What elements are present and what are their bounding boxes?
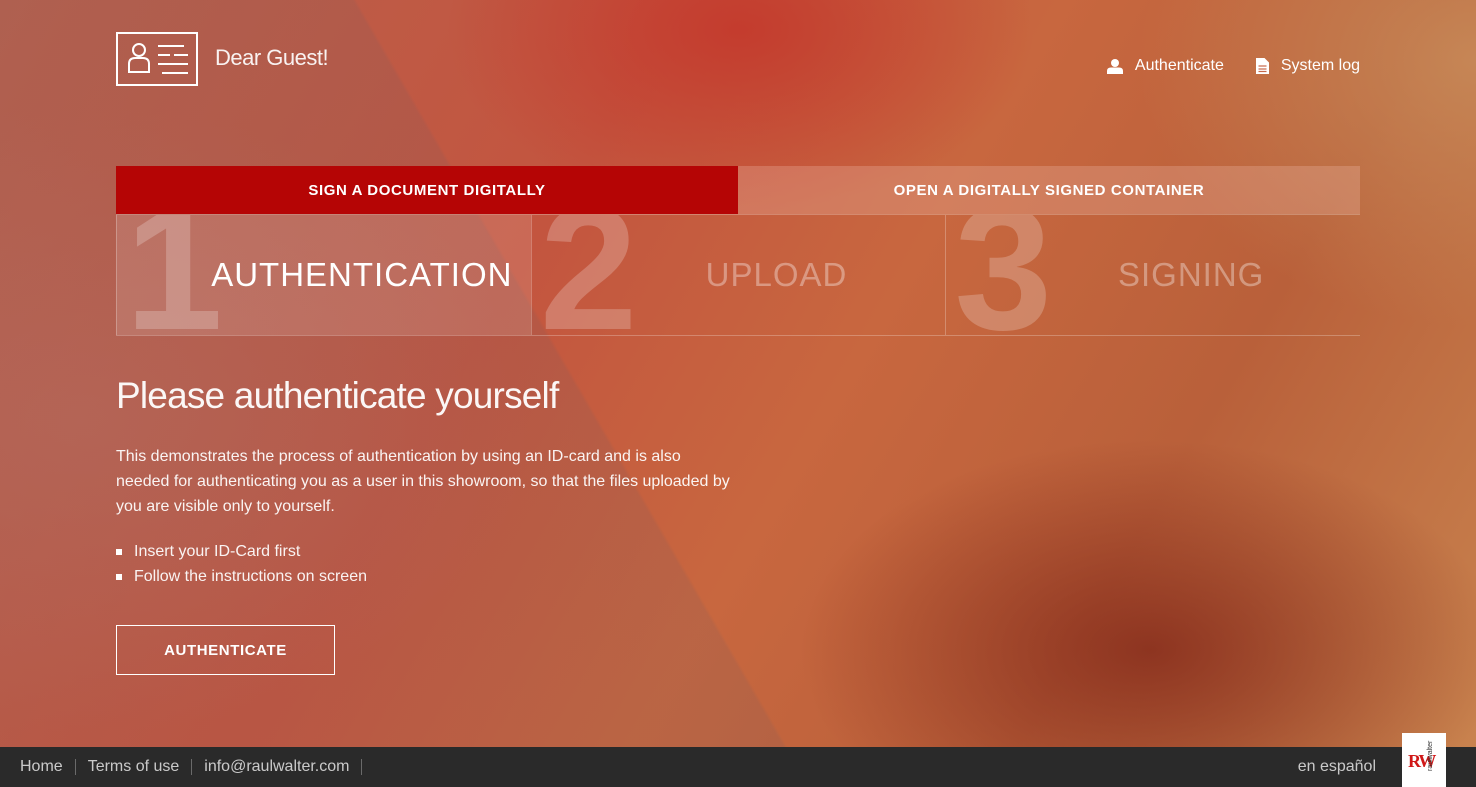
list-item-text: Follow the instructions on screen [134, 568, 367, 585]
footer-link-home[interactable]: Home [20, 759, 76, 775]
authenticate-link[interactable]: Authenticate [1106, 57, 1224, 75]
footer-link-terms[interactable]: Terms of use [76, 759, 193, 775]
instructions-list: Insert your ID-Card first Follow the ins… [116, 539, 367, 589]
tab-sign-document[interactable]: SIGN A DOCUMENT DIGITALLY [116, 166, 738, 214]
language-switch-link[interactable]: en español [1298, 758, 1376, 776]
document-icon [1255, 58, 1269, 74]
mode-tabs: SIGN A DOCUMENT DIGITALLY OPEN A DIGITAL… [116, 166, 1360, 214]
progress-steps: 1 AUTHENTICATION 2 UPLOAD 3 SIGNING [116, 214, 1360, 336]
list-item: Insert your ID-Card first [116, 539, 367, 564]
footer-links: Home Terms of use info@raulwalter.com [20, 759, 363, 775]
raulwalter-logo-icon[interactable]: RW raulwalter [1402, 733, 1446, 787]
page-title: Please authenticate yourself [116, 375, 559, 416]
description-text: This demonstrates the process of authent… [116, 448, 730, 515]
tab-open-container[interactable]: OPEN A DIGITALLY SIGNED CONTAINER [738, 166, 1360, 214]
list-item-text: Insert your ID-Card first [134, 543, 301, 560]
step-label: UPLOAD [705, 256, 848, 293]
authenticate-link-label: Authenticate [1134, 57, 1224, 74]
system-log-link[interactable]: System log [1255, 57, 1360, 75]
step-label: SIGNING [1118, 256, 1265, 293]
footer-link-email[interactable]: info@raulwalter.com [192, 759, 363, 775]
bullet-icon [116, 548, 122, 555]
id-card-logo-icon[interactable] [116, 32, 198, 86]
system-log-link-label: System log [1280, 57, 1360, 74]
step-label: AUTHENTICATION [211, 256, 513, 293]
authenticate-button[interactable]: AUTHENTICATE [116, 625, 335, 675]
list-item: Follow the instructions on screen [116, 564, 367, 589]
greeting-text: Dear Guest! [215, 45, 329, 70]
top-navigation: Authenticate System log [1106, 57, 1360, 75]
footer: Home Terms of use info@raulwalter.com en… [0, 747, 1476, 787]
step-signing: 3 SIGNING [945, 215, 1360, 335]
brand-text: raulwalter [1427, 740, 1434, 771]
bullet-icon [116, 573, 122, 580]
step-authentication: 1 AUTHENTICATION [116, 215, 531, 335]
step-upload: 2 UPLOAD [530, 215, 946, 335]
user-icon [1106, 58, 1123, 74]
